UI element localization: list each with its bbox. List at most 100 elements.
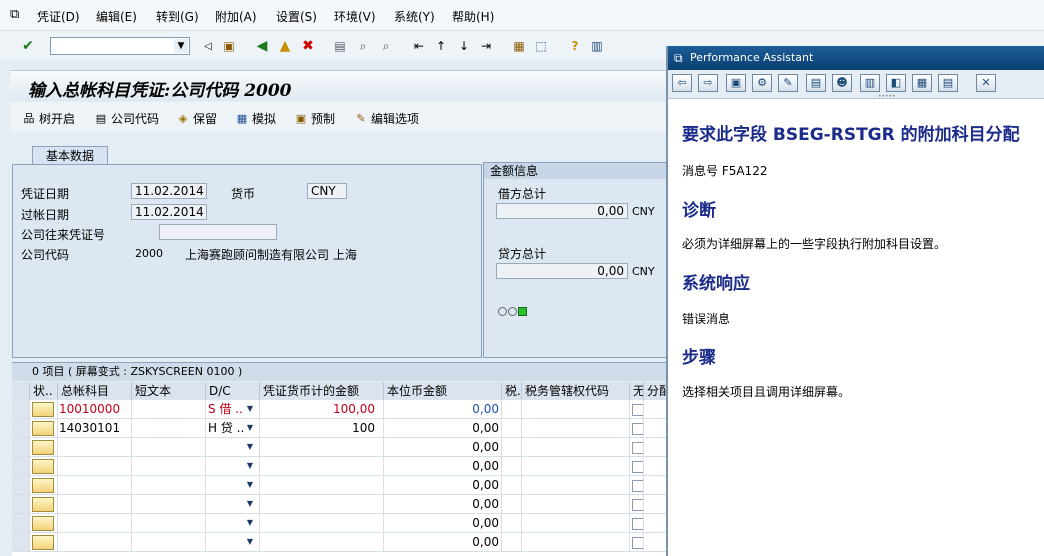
print-icon[interactable]: ▤ (331, 37, 349, 55)
menu-settings[interactable]: 设置(S) (276, 8, 317, 25)
row-checkbox[interactable] (632, 423, 643, 435)
doc-date-field[interactable]: 11.02.2014 (131, 183, 207, 199)
table-cell[interactable] (502, 495, 522, 514)
chevron-down-icon[interactable]: ▼ (247, 438, 253, 456)
checkbox-cell[interactable] (630, 438, 644, 457)
debit-credit-cell[interactable]: ▼ (206, 476, 260, 495)
table-row[interactable]: ▼ 0,00 (12, 476, 672, 495)
doc-amount-cell[interactable]: 100,00 (260, 400, 384, 419)
exit-icon[interactable]: ▲ (276, 37, 294, 55)
short-text-cell[interactable] (132, 476, 206, 495)
table-icon[interactable]: ▥ (860, 74, 880, 92)
hold-button[interactable]: ▣ 预制 (294, 110, 335, 127)
doc-amount-cell[interactable] (260, 514, 384, 533)
column-header[interactable]: 短文本 (132, 382, 206, 400)
new-session-icon[interactable]: ▦ (510, 37, 528, 55)
column-header[interactable]: 总帐科目 (58, 382, 132, 400)
dock-icon[interactable]: ◧ (886, 74, 906, 92)
table-cell[interactable] (522, 476, 630, 495)
local-amount-cell[interactable]: 0,00 (384, 476, 502, 495)
row-checkbox[interactable] (632, 518, 643, 530)
status-button[interactable] (32, 535, 54, 550)
chevron-down-icon[interactable]: ▼ (174, 39, 188, 53)
table-cell[interactable] (502, 419, 522, 438)
status-cell[interactable] (30, 514, 58, 533)
menu-goto[interactable]: 转到(G) (156, 8, 199, 25)
column-header[interactable]: 税务管辖权代码 (522, 382, 630, 400)
help-icon[interactable]: ? (566, 37, 584, 55)
table-row[interactable]: 10010000 S 借 .. ▼ 100,00 0,00 (12, 400, 672, 419)
local-amount-cell[interactable]: 0,00 (384, 495, 502, 514)
edit-icon[interactable]: ✎ (778, 74, 798, 92)
back-icon[interactable]: ◀ (253, 37, 271, 55)
local-amount-cell[interactable]: 0,00 (384, 533, 502, 552)
back-arrow-icon[interactable]: ⇦ (672, 74, 692, 92)
splitter-handle[interactable]: ••••• (878, 93, 896, 100)
gl-account-cell[interactable]: 14030101 (58, 419, 132, 438)
print-preview-icon[interactable]: ▦ (912, 74, 932, 92)
row-checkbox[interactable] (632, 461, 643, 473)
gl-account-cell[interactable] (58, 514, 132, 533)
expand-left-icon[interactable]: ◁ (199, 37, 217, 55)
local-amount-cell[interactable]: 0,00 (384, 400, 502, 419)
layout-icon[interactable]: ▥ (588, 37, 606, 55)
table-row[interactable]: ▼ 0,00 (12, 514, 672, 533)
table-row[interactable]: ▼ 0,00 (12, 457, 672, 476)
row-selector[interactable] (12, 533, 30, 552)
status-cell[interactable] (30, 495, 58, 514)
row-checkbox[interactable] (632, 480, 643, 492)
table-cell[interactable] (502, 438, 522, 457)
row-selector[interactable] (12, 495, 30, 514)
save-icon[interactable]: ▣ (220, 37, 238, 55)
table-cell[interactable] (522, 533, 630, 552)
status-cell[interactable] (30, 419, 58, 438)
menu-help[interactable]: 帮助(H) (452, 8, 494, 25)
table-cell[interactable] (502, 514, 522, 533)
row-selector[interactable] (12, 476, 30, 495)
menu-system[interactable]: 系统(Y) (394, 8, 435, 25)
short-text-cell[interactable] (132, 438, 206, 457)
row-checkbox[interactable] (632, 537, 643, 549)
row-selector[interactable] (12, 438, 30, 457)
doc-amount-cell[interactable]: 100 (260, 419, 384, 438)
find-next-icon[interactable]: ⌕ (377, 37, 395, 55)
shortcut-icon[interactable]: ⬚ (532, 37, 550, 55)
chevron-down-icon[interactable]: ▼ (247, 457, 253, 475)
doc-amount-cell[interactable] (260, 495, 384, 514)
table-cell[interactable] (522, 495, 630, 514)
debit-credit-cell[interactable]: ▼ (206, 438, 260, 457)
doc-amount-cell[interactable] (260, 476, 384, 495)
find-icon[interactable]: ⌕ (354, 37, 372, 55)
menu-extras[interactable]: 附加(A) (215, 8, 257, 25)
editing-options-button[interactable]: ✎ 编辑选项 (354, 110, 419, 127)
intercompany-field[interactable] (159, 224, 277, 240)
company-code-button[interactable]: ▤ 公司代码 (94, 110, 159, 127)
table-cell[interactable] (502, 457, 522, 476)
checkbox-cell[interactable] (630, 533, 644, 552)
table-row[interactable]: ▼ 0,00 (12, 438, 672, 457)
short-text-cell[interactable] (132, 400, 206, 419)
debit-credit-cell[interactable]: H 贷 .. ▼ (206, 419, 260, 438)
chevron-down-icon[interactable]: ▼ (247, 514, 253, 532)
checkbox-cell[interactable] (630, 419, 644, 438)
status-button[interactable] (32, 402, 54, 417)
table-cell[interactable] (502, 400, 522, 419)
tree-on-button[interactable]: 品树开启 (22, 110, 76, 127)
gl-account-cell[interactable] (58, 495, 132, 514)
currency-field[interactable]: CNY (307, 183, 347, 199)
chevron-down-icon[interactable]: ▼ (247, 400, 253, 418)
chevron-down-icon[interactable]: ▼ (247, 533, 253, 551)
debit-credit-cell[interactable]: S 借 .. ▼ (206, 400, 260, 419)
row-selector[interactable] (12, 457, 30, 476)
book-icon[interactable]: ▣ (726, 74, 746, 92)
menu-edit[interactable]: 编辑(E) (96, 8, 137, 25)
chevron-down-icon[interactable]: ▼ (247, 419, 253, 437)
first-page-icon[interactable]: ⇤ (410, 37, 428, 55)
debit-credit-cell[interactable]: ▼ (206, 514, 260, 533)
row-selector[interactable] (12, 514, 30, 533)
local-amount-cell[interactable]: 0,00 (384, 438, 502, 457)
next-page-icon[interactable]: ↓ (455, 37, 473, 55)
doc-amount-cell[interactable] (260, 533, 384, 552)
table-cell[interactable] (522, 400, 630, 419)
short-text-cell[interactable] (132, 495, 206, 514)
